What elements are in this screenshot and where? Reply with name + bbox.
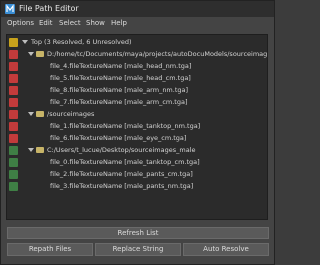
file-path-editor-window: File Path Editor Options Edit Select Sho… bbox=[0, 0, 275, 265]
file-attribute-label: file_1.fileTextureName [male_tanktop_nm.… bbox=[50, 122, 201, 130]
expand-arrow-icon[interactable] bbox=[22, 40, 28, 44]
repath-files-button[interactable]: Repath Files bbox=[7, 243, 93, 256]
file-attribute-label: file_2.fileTextureName [male_pants_cm.tg… bbox=[50, 170, 193, 178]
menu-edit[interactable]: Edit bbox=[39, 19, 53, 28]
file-attribute-label: file_4.fileTextureName [male_head_nm.tga… bbox=[50, 62, 192, 70]
tree-row-file[interactable]: file_0.fileTextureName [male_tanktop_cm.… bbox=[7, 157, 267, 168]
tree-row-file[interactable]: file_5.fileTextureName [male_head_cm.tga… bbox=[7, 73, 267, 84]
expand-arrow-icon[interactable] bbox=[28, 52, 34, 56]
menu-select[interactable]: Select bbox=[59, 19, 81, 28]
file-attribute-label: file_3.fileTextureName [male_pants_nm.tg… bbox=[50, 182, 194, 190]
menu-options[interactable]: Options bbox=[7, 19, 34, 28]
replace-string-button[interactable]: Replace String bbox=[95, 243, 181, 256]
tree-row-file[interactable]: file_3.fileTextureName [male_pants_nm.tg… bbox=[7, 181, 267, 192]
unresolved-status-icon bbox=[9, 134, 18, 143]
auto-resolve-button[interactable]: Auto Resolve bbox=[183, 243, 269, 256]
menu-show[interactable]: Show bbox=[86, 19, 105, 28]
resolved-status-icon bbox=[9, 170, 18, 179]
tree-row-file[interactable]: file_8.fileTextureName [male_arm_nm.tga] bbox=[7, 85, 267, 96]
window-title: File Path Editor bbox=[19, 4, 79, 13]
menu-bar: Options Edit Select Show Help bbox=[1, 17, 274, 30]
resolved-status-icon bbox=[9, 182, 18, 191]
unresolved-status-icon bbox=[9, 62, 18, 71]
top-summary-label: Top (3 Resolved, 6 Unresolved) bbox=[31, 38, 132, 46]
folder-icon bbox=[36, 111, 44, 117]
tree-row-file[interactable]: file_2.fileTextureName [male_pants_cm.tg… bbox=[7, 169, 267, 180]
unresolved-status-icon bbox=[9, 122, 18, 131]
unresolved-status-icon bbox=[9, 74, 18, 83]
unresolved-status-icon bbox=[9, 110, 18, 119]
tree-row-file[interactable]: file_1.fileTextureName [male_tanktop_nm.… bbox=[7, 121, 267, 132]
expand-arrow-icon[interactable] bbox=[28, 112, 34, 116]
refresh-list-button[interactable]: Refresh List bbox=[7, 227, 269, 239]
tree-row-file[interactable]: file_6.fileTextureName [male_eye_cm.tga] bbox=[7, 133, 267, 144]
tree-row-top[interactable]: Top (3 Resolved, 6 Unresolved) bbox=[7, 37, 267, 48]
title-bar[interactable]: File Path Editor bbox=[1, 1, 274, 17]
file-attribute-label: file_8.fileTextureName [male_arm_nm.tga] bbox=[50, 86, 189, 94]
tree-row-directory[interactable]: D:/home/tc/Documents/maya/projects/autoD… bbox=[7, 49, 267, 60]
file-attribute-label: file_0.fileTextureName [male_tanktop_cm.… bbox=[50, 158, 200, 166]
maya-app-icon bbox=[5, 4, 15, 14]
tree-row-directory[interactable]: /sourceimages bbox=[7, 109, 267, 120]
tree-row-file[interactable]: file_4.fileTextureName [male_head_nm.tga… bbox=[7, 61, 267, 72]
directory-path-label: D:/home/tc/Documents/maya/projects/autoD… bbox=[47, 50, 268, 58]
directory-path-label: C:/Users/t_lucue/Desktop/sourceimages_ma… bbox=[47, 146, 196, 154]
folder-icon bbox=[36, 147, 44, 153]
tree-row-directory[interactable]: C:/Users/t_lucue/Desktop/sourceimages_ma… bbox=[7, 145, 267, 156]
unresolved-status-icon bbox=[9, 86, 18, 95]
file-attribute-label: file_5.fileTextureName [male_head_cm.tga… bbox=[50, 74, 191, 82]
menu-help[interactable]: Help bbox=[111, 19, 127, 28]
warning-icon bbox=[9, 38, 18, 47]
unresolved-status-icon bbox=[9, 50, 18, 59]
resolved-status-icon bbox=[9, 158, 18, 167]
expand-arrow-icon[interactable] bbox=[28, 148, 34, 152]
directory-path-label: /sourceimages bbox=[47, 110, 95, 118]
resolved-status-icon bbox=[9, 146, 18, 155]
folder-icon bbox=[36, 51, 44, 57]
file-attribute-label: file_7.fileTextureName [male_arm_cm.tga] bbox=[50, 98, 188, 106]
file-path-tree[interactable]: Top (3 Resolved, 6 Unresolved) D:/home/t… bbox=[6, 34, 268, 220]
tree-row-file[interactable]: file_7.fileTextureName [male_arm_cm.tga] bbox=[7, 97, 267, 108]
file-attribute-label: file_6.fileTextureName [male_eye_cm.tga] bbox=[50, 134, 187, 142]
unresolved-status-icon bbox=[9, 98, 18, 107]
